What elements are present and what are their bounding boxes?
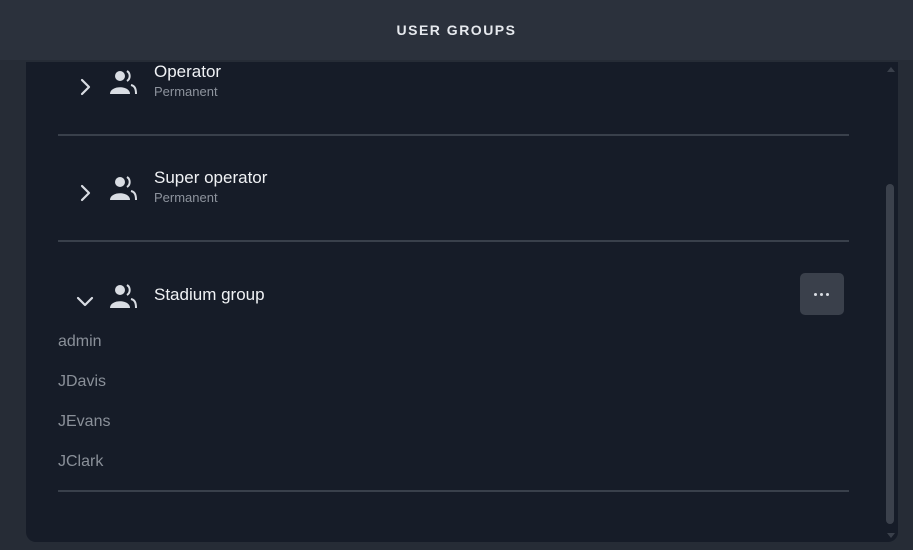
group-name: Stadium group [154, 285, 265, 304]
group-row-stadium-group[interactable]: Stadium group [58, 276, 848, 326]
chevron-down-icon[interactable] [74, 290, 96, 312]
scroll-up-arrow-icon[interactable] [887, 67, 895, 72]
users-icon [110, 284, 137, 309]
member-item-jclark[interactable]: JClark [58, 453, 103, 471]
header-bar: USER GROUPS [0, 0, 913, 60]
group-subtitle: Permanent [154, 190, 218, 205]
member-item-admin[interactable]: admin [58, 333, 102, 351]
member-item-jdavis[interactable]: JDavis [58, 373, 106, 391]
users-icon [110, 176, 137, 201]
group-name: Operator [154, 62, 222, 81]
divider [58, 240, 849, 242]
group-row-operator[interactable]: Operator Permanent [58, 62, 848, 112]
more-options-button[interactable] [800, 273, 844, 315]
more-horizontal-icon [814, 293, 817, 296]
scrollbar[interactable] [884, 62, 898, 542]
member-item-jevans[interactable]: JEvans [58, 413, 110, 431]
divider [58, 134, 849, 136]
group-name: Super operator [154, 168, 268, 187]
chevron-right-icon[interactable] [74, 76, 96, 98]
scroll-down-arrow-icon[interactable] [887, 533, 895, 538]
more-horizontal-icon [820, 293, 823, 296]
divider [58, 490, 849, 492]
group-subtitle: Permanent [154, 84, 218, 99]
users-icon [110, 70, 137, 95]
group-row-super-operator[interactable]: Super operator Permanent [58, 168, 848, 218]
chevron-right-icon[interactable] [74, 182, 96, 204]
scrollbar-thumb[interactable] [886, 184, 894, 524]
page-title: USER GROUPS [396, 22, 517, 38]
more-horizontal-icon [826, 293, 829, 296]
